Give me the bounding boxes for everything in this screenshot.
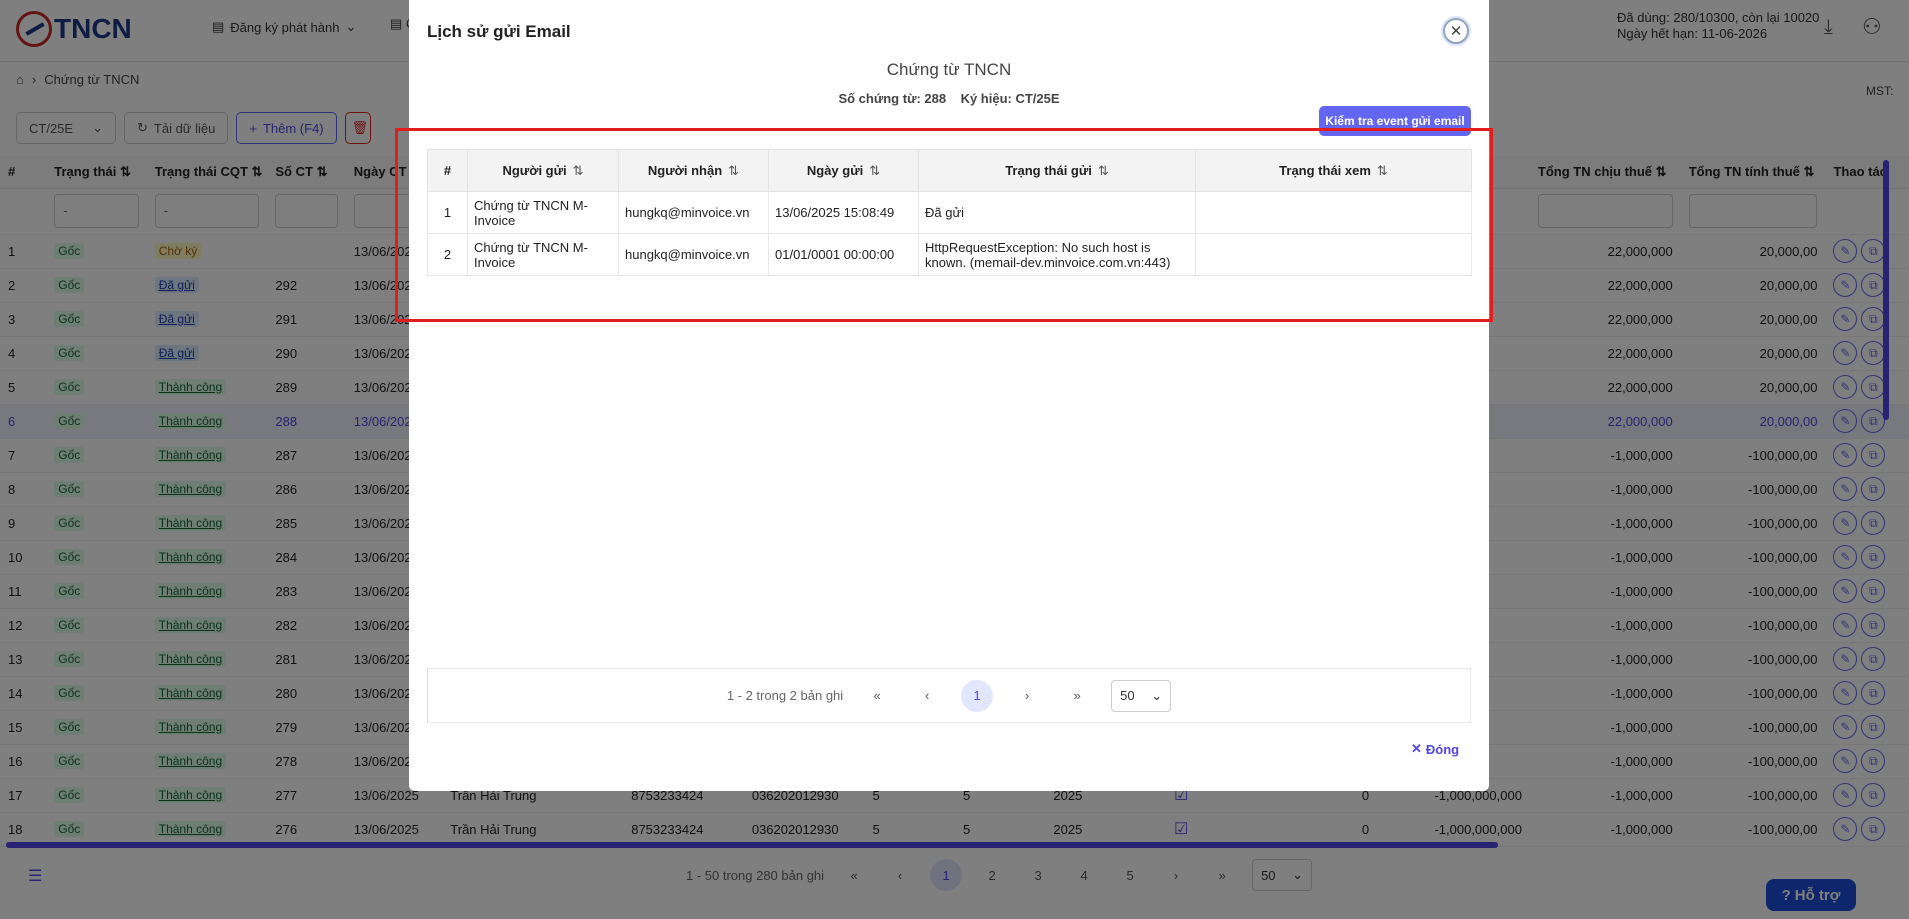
document-symbol: Ký hiệu: CT/25E bbox=[960, 91, 1060, 106]
highlight-box bbox=[395, 128, 1493, 322]
close-label: Đóng bbox=[1425, 741, 1460, 757]
last-page-icon[interactable]: » bbox=[1061, 680, 1093, 712]
modal-title: Lịch sử gửi Email bbox=[427, 22, 571, 41]
next-page-icon[interactable]: › bbox=[1011, 680, 1043, 712]
document-meta: Số chứng từ: 288 Ký hiệu: CT/25E bbox=[409, 91, 1489, 106]
first-page-icon[interactable]: « bbox=[861, 680, 893, 712]
close-icon: ✕ bbox=[1411, 741, 1422, 756]
document-number: Số chứng từ: 288 bbox=[838, 91, 947, 106]
close-button[interactable]: ✕ Đóng bbox=[1411, 741, 1459, 757]
page-button[interactable]: 1 bbox=[961, 679, 994, 712]
chevron-down-icon: ⌄ bbox=[1151, 687, 1163, 703]
page-size-select[interactable]: 50 ⌄ bbox=[1111, 679, 1172, 712]
modal-pager: 1 - 2 trong 2 bản ghi « ‹ 1 › » 50 ⌄ bbox=[427, 668, 1471, 723]
email-history-modal: Lịch sử gửi Email ✕ Chứng từ TNCN Số chứ… bbox=[409, 0, 1489, 791]
page-size-value: 50 bbox=[1120, 688, 1135, 703]
pager-summary: 1 - 2 trong 2 bản ghi bbox=[726, 688, 844, 703]
prev-page-icon[interactable]: ‹ bbox=[911, 680, 943, 712]
document-title: Chứng từ TNCN bbox=[886, 60, 1012, 79]
close-icon[interactable]: ✕ bbox=[1443, 18, 1469, 44]
